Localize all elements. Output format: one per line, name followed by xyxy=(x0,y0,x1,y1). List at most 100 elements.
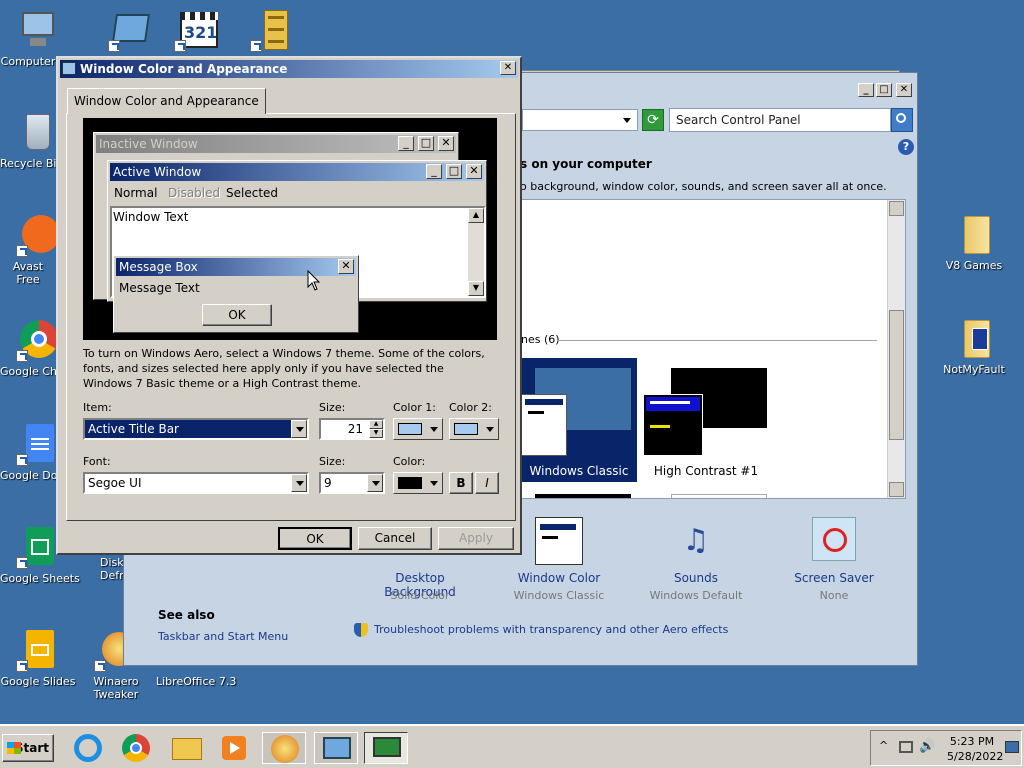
chevron-up-icon[interactable]: ^ xyxy=(879,739,888,752)
close-button: ✕ xyxy=(338,259,354,274)
dialog-title-bar[interactable]: Window Color and Appearance ✕ xyxy=(60,60,518,78)
start-button[interactable]: Start xyxy=(2,734,54,762)
windows-logo-icon xyxy=(7,742,21,754)
desktop-icon-label: Google Slides xyxy=(0,675,76,688)
item-sublabel: None xyxy=(819,589,849,602)
display-settings-taskbar-icon[interactable] xyxy=(364,732,408,764)
desktop-icon-notmyfault[interactable]: NotMyFault xyxy=(936,316,1012,376)
chevron-down-icon[interactable] xyxy=(291,474,307,492)
desktop-icon-label: Computer xyxy=(0,55,56,68)
desktop-icon-label: V8 Games xyxy=(945,259,1003,272)
font-size-value: 9 xyxy=(324,476,332,490)
item-sublabel: Windows Default xyxy=(649,589,743,602)
desktop-icon-media-player[interactable]: 321 xyxy=(158,8,234,55)
shortcut-arrow-icon xyxy=(108,40,120,52)
shortcut-arrow-icon xyxy=(16,454,28,466)
file-cabinet-icon xyxy=(250,8,294,52)
shortcut-arrow-icon xyxy=(250,40,262,52)
search-input[interactable]: Search Control Panel xyxy=(669,108,891,132)
maximize-button: □ xyxy=(446,164,462,179)
media-player-classic-icon: 321 xyxy=(174,8,218,52)
color2-picker[interactable] xyxy=(449,418,499,440)
search-icon[interactable] xyxy=(891,108,913,132)
media-player-icon[interactable] xyxy=(216,732,252,764)
maximize-button[interactable]: □ xyxy=(876,83,892,97)
desktop-icon-v8-games[interactable]: V8 Games xyxy=(936,212,1012,272)
color-swatch xyxy=(398,477,422,489)
show-desktop-icon[interactable] xyxy=(1005,741,1019,753)
address-bar[interactable] xyxy=(522,109,638,131)
close-button[interactable]: ✕ xyxy=(896,83,912,97)
item-select[interactable]: Active Title Bar xyxy=(83,418,309,440)
tab-window-color-appearance[interactable]: Window Color and Appearance xyxy=(67,88,266,114)
page-subheading: o background, window color, sounds, and … xyxy=(520,180,887,193)
font-size-select[interactable]: 9 xyxy=(319,472,385,494)
spin-buttons[interactable]: ▲ ▼ xyxy=(369,420,383,438)
scrollbar[interactable] xyxy=(887,200,905,498)
troubleshoot-link[interactable]: Troubleshoot problems with transparency … xyxy=(374,623,728,636)
shortcut-arrow-icon xyxy=(94,660,106,672)
dialog-title: Window Color and Appearance xyxy=(80,62,288,76)
winaero-taskbar-icon[interactable] xyxy=(262,732,306,764)
apply-button[interactable]: Apply xyxy=(438,527,514,550)
desktop-icon-cabinet[interactable] xyxy=(234,8,310,55)
active-title: Active Window xyxy=(113,165,202,179)
shortcut-arrow-icon xyxy=(16,350,28,362)
chrome-taskbar-icon[interactable] xyxy=(118,732,154,764)
group-divider xyxy=(557,340,877,341)
font-size-label: Size: xyxy=(319,455,346,468)
desktop-icon-label: Google Sheets xyxy=(0,572,80,585)
clock-date[interactable]: 5/28/2022 xyxy=(947,750,1003,763)
close-button[interactable]: ✕ xyxy=(500,61,516,75)
folder-icon xyxy=(952,212,996,256)
size-stepper[interactable]: 21 ▲ ▼ xyxy=(319,418,385,440)
control-panel-taskbar-icon[interactable] xyxy=(314,732,358,764)
size-value: 21 xyxy=(347,422,363,436)
taskbar: Start ^ 🔊 5:23 PM 5/28/2022 xyxy=(0,724,1024,768)
google-sheets-icon xyxy=(16,525,60,569)
preview-menu-normal: Normal xyxy=(114,186,158,200)
italic-button[interactable]: I xyxy=(475,472,499,494)
theme-high-contrast-1[interactable]: High Contrast #1 xyxy=(641,358,771,482)
shortcut-arrow-icon xyxy=(16,557,28,569)
desktop-icon-label: Disk Defragmenter xyxy=(100,556,124,582)
desktop-icon-shortcut-1[interactable] xyxy=(92,8,168,55)
taskbar-start-menu-link[interactable]: Taskbar and Start Menu xyxy=(158,630,288,643)
refresh-icon[interactable]: ⟳ xyxy=(642,109,664,131)
system-tray: ^ 🔊 5:23 PM 5/28/2022 xyxy=(870,730,1022,766)
item-sublabel: Windows Classic xyxy=(513,589,605,602)
message-box-ok-button: OK xyxy=(202,304,272,326)
item-label: Sounds xyxy=(673,571,719,585)
desktop-icon-label: Recycle Bin xyxy=(0,157,56,170)
chrome-icon xyxy=(16,318,60,362)
desktop-icon-label: Winaero Tweaker xyxy=(93,675,139,701)
ok-button[interactable]: OK xyxy=(278,527,352,550)
window-color-appearance-dialog[interactable]: Window Color and Appearance ✕ Window Col… xyxy=(56,56,522,555)
window-app-icon xyxy=(108,8,152,52)
volume-icon[interactable]: 🔊 xyxy=(919,739,935,754)
internet-explorer-icon[interactable] xyxy=(70,732,106,764)
font-select[interactable]: Segoe UI xyxy=(83,472,309,494)
color1-picker[interactable] xyxy=(393,418,443,440)
minimize-button[interactable]: _ xyxy=(858,83,874,97)
chevron-down-icon[interactable] xyxy=(367,474,383,492)
music-notes-icon: ♫ xyxy=(682,523,710,558)
chevron-down-icon[interactable] xyxy=(291,420,307,438)
theme-preview xyxy=(671,494,767,498)
explorer-folder-icon[interactable] xyxy=(168,732,204,764)
chevron-down-icon[interactable] xyxy=(623,118,631,123)
theme-list[interactable]: nes (6) Windows Classic High Contrast #1 xyxy=(520,199,906,499)
theme-windows-classic[interactable]: Windows Classic xyxy=(521,358,637,482)
theme-label: Windows Classic xyxy=(529,464,629,478)
help-icon[interactable]: ? xyxy=(898,139,914,155)
cancel-button[interactable]: Cancel xyxy=(358,527,432,550)
desktop-icon-disk-defrag[interactable]: Disk Defragmenter xyxy=(78,556,124,582)
clock-time[interactable]: 5:23 PM xyxy=(947,735,997,748)
desktop-icon-google-slides[interactable]: Google Slides xyxy=(0,628,76,688)
preview-menu-selected: Selected xyxy=(226,186,279,200)
close-button: ✕ xyxy=(466,164,482,179)
network-icon[interactable] xyxy=(899,741,913,753)
shortcut-arrow-icon xyxy=(16,245,28,257)
bold-button[interactable]: B xyxy=(449,472,473,494)
font-color-picker[interactable] xyxy=(393,472,443,494)
